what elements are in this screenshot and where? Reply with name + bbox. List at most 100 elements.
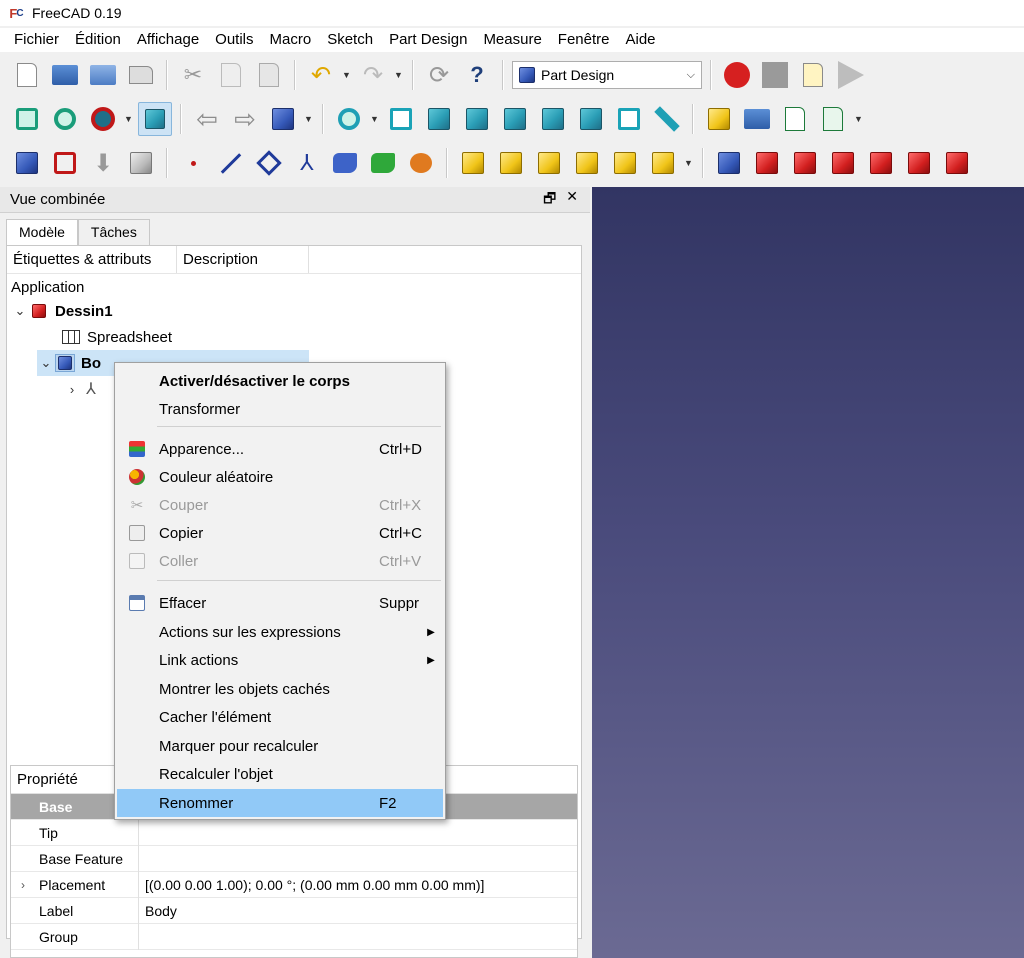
undo-button[interactable]: ↶ xyxy=(304,58,338,92)
property-row-placement[interactable]: › Placement [(0.00 0.00 1.00); 0.00 °; (… xyxy=(11,871,577,898)
property-row-tip[interactable]: Tip xyxy=(11,819,577,846)
datum-point-button[interactable] xyxy=(176,146,210,180)
menu-affichage[interactable]: Affichage xyxy=(129,28,207,52)
forward-button[interactable]: ⇨ xyxy=(228,102,262,136)
sub-object-shape-button[interactable] xyxy=(404,146,438,180)
menu-item-recompute-object[interactable]: Recalculer l'objet xyxy=(117,760,443,788)
menu-item-expression-actions[interactable]: Actions sur les expressions ▶ xyxy=(117,618,443,646)
property-value[interactable]: [(0.00 0.00 1.00); 0.00 °; (0.00 mm 0.00… xyxy=(139,877,484,893)
back-button[interactable]: ⇦ xyxy=(190,102,224,136)
tree-item-spreadsheet[interactable]: Spreadsheet xyxy=(61,324,172,350)
property-row-group[interactable]: Group xyxy=(11,923,577,950)
column-description[interactable]: Description xyxy=(177,246,309,273)
pad-button[interactable] xyxy=(456,146,490,180)
property-value[interactable]: Body xyxy=(139,903,177,919)
macro-stop-button[interactable] xyxy=(758,58,792,92)
copy-button[interactable] xyxy=(214,58,248,92)
menu-edition[interactable]: Édition xyxy=(67,28,129,52)
link-actions-dropdown-icon[interactable]: ▼ xyxy=(854,114,864,124)
menu-item-appearance[interactable]: Apparence... Ctrl+D xyxy=(117,435,443,463)
create-sketch-button[interactable] xyxy=(48,146,82,180)
menu-item-show-hidden[interactable]: Montrer les objets cachés xyxy=(117,675,443,703)
view-top-button[interactable] xyxy=(460,102,494,136)
view-front-button[interactable] xyxy=(422,102,456,136)
menu-aide[interactable]: Aide xyxy=(618,28,664,52)
redo-dropdown-icon[interactable]: ▼ xyxy=(394,70,404,80)
paste-button[interactable] xyxy=(252,58,286,92)
draw-style-button[interactable] xyxy=(86,102,120,136)
menu-item-mark-recompute[interactable]: Marquer pour recalculer xyxy=(117,732,443,760)
tree-item-application[interactable]: Application xyxy=(11,274,84,300)
subtractive-pipe-button[interactable] xyxy=(864,146,898,180)
save-button[interactable] xyxy=(86,58,120,92)
chevron-down-icon[interactable]: ⌄ xyxy=(37,355,55,371)
additive-helix-button[interactable] xyxy=(608,146,642,180)
subtractive-helix-button[interactable] xyxy=(902,146,936,180)
menu-item-paste[interactable]: Coller Ctrl+V xyxy=(117,547,443,575)
chevron-down-icon[interactable]: ⌄ xyxy=(11,303,29,319)
menu-part-design[interactable]: Part Design xyxy=(381,28,475,52)
3d-view[interactable] xyxy=(592,187,1024,958)
create-part-button[interactable] xyxy=(702,102,736,136)
menu-fichier[interactable]: Fichier xyxy=(6,28,67,52)
additive-primitive-button[interactable] xyxy=(646,146,680,180)
menu-fenetre[interactable]: Fenêtre xyxy=(550,28,618,52)
menu-item-copy[interactable]: Copier Ctrl+C xyxy=(117,519,443,547)
tree-item-origin[interactable]: › ⅄ xyxy=(63,376,107,402)
subtractive-primitive-button[interactable] xyxy=(940,146,974,180)
view-zoom-button[interactable] xyxy=(332,102,366,136)
view-rear-button[interactable] xyxy=(536,102,570,136)
view-isometric-button[interactable] xyxy=(384,102,418,136)
tab-taches[interactable]: Tâches xyxy=(77,219,150,245)
menu-item-transform[interactable]: Transformer xyxy=(117,395,443,423)
redo-button[interactable]: ↷ xyxy=(356,58,390,92)
open-button[interactable] xyxy=(48,58,82,92)
link-actions-button[interactable] xyxy=(816,102,850,136)
sync-view-dropdown-icon[interactable]: ▼ xyxy=(304,114,314,124)
datum-line-button[interactable] xyxy=(214,146,248,180)
clone-button[interactable] xyxy=(124,146,158,180)
new-document-button[interactable] xyxy=(10,58,44,92)
menu-item-rename[interactable]: Renommer F2 xyxy=(117,789,443,817)
column-labels[interactable]: Étiquettes & attributs xyxy=(7,246,177,273)
workbench-selector[interactable]: Part Design ⌵ xyxy=(512,61,702,89)
groove-button[interactable] xyxy=(788,146,822,180)
undo-dropdown-icon[interactable]: ▼ xyxy=(342,70,352,80)
print-button[interactable] xyxy=(124,58,158,92)
menu-measure[interactable]: Measure xyxy=(475,28,549,52)
chevron-right-icon[interactable]: › xyxy=(63,382,81,397)
shape-binder-button[interactable] xyxy=(328,146,362,180)
menu-macro[interactable]: Macro xyxy=(262,28,320,52)
pocket-button[interactable] xyxy=(712,146,746,180)
local-coordinate-system-button[interactable]: ⅄ xyxy=(290,146,324,180)
float-panel-icon[interactable]: 🗗 xyxy=(543,188,556,212)
menu-item-toggle-active-body[interactable]: Activer/désactiver le corps xyxy=(117,367,443,395)
property-row-label[interactable]: Label Body xyxy=(11,897,577,924)
sync-view-button[interactable] xyxy=(266,102,300,136)
create-link-button[interactable] xyxy=(778,102,812,136)
menu-item-link-actions[interactable]: Link actions ▶ xyxy=(117,646,443,674)
hole-button[interactable] xyxy=(750,146,784,180)
fit-selection-button[interactable] xyxy=(48,102,82,136)
create-body-button[interactable] xyxy=(10,146,44,180)
menu-item-random-color[interactable]: Couleur aléatoire xyxy=(117,463,443,491)
view-zoom-dropdown-icon[interactable]: ▼ xyxy=(370,114,380,124)
menu-item-delete[interactable]: Effacer Suppr xyxy=(117,589,443,617)
view-right-button[interactable] xyxy=(498,102,532,136)
subshape-binder-button[interactable] xyxy=(366,146,400,180)
additive-primitive-dropdown-icon[interactable]: ▼ xyxy=(684,158,694,168)
measure-distance-button[interactable] xyxy=(650,102,684,136)
draw-style-dropdown-icon[interactable]: ▼ xyxy=(124,114,134,124)
cut-button[interactable]: ✂ xyxy=(176,58,210,92)
validate-sketch-button[interactable]: ⬇ xyxy=(86,146,120,180)
macro-play-button[interactable] xyxy=(834,58,868,92)
whats-this-button[interactable]: ? xyxy=(460,58,494,92)
property-row-base-feature[interactable]: Base Feature xyxy=(11,845,577,872)
menu-sketch[interactable]: Sketch xyxy=(319,28,381,52)
macro-record-button[interactable] xyxy=(720,58,754,92)
additive-pipe-button[interactable] xyxy=(570,146,604,180)
datum-plane-button[interactable] xyxy=(252,146,286,180)
revolution-button[interactable] xyxy=(494,146,528,180)
fit-all-button[interactable] xyxy=(10,102,44,136)
menu-item-hide-item[interactable]: Cacher l'élément xyxy=(117,703,443,731)
